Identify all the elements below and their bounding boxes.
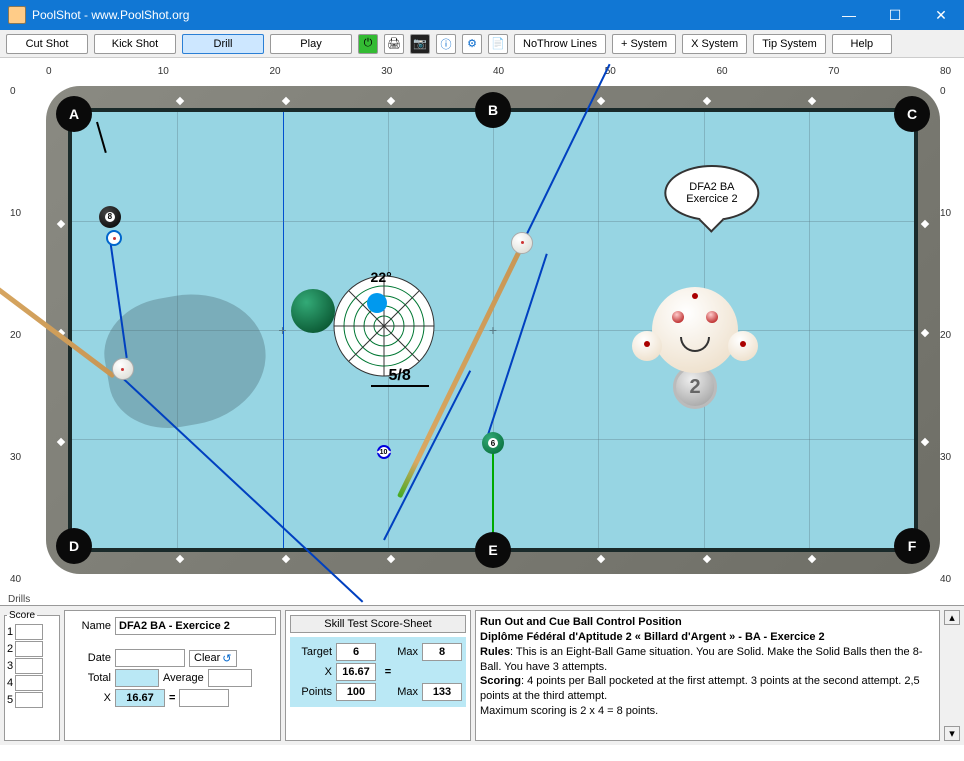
target-field[interactable] (336, 643, 376, 661)
cue-ghost (106, 230, 122, 246)
drill-button[interactable]: Drill (182, 34, 264, 54)
ruler-left: 010203040 (10, 86, 40, 574)
total-field[interactable] (115, 669, 159, 687)
cue-path-3 (383, 371, 471, 541)
ball-6[interactable] (482, 432, 504, 454)
aim-fraction: 5/8 (371, 367, 429, 387)
score-5[interactable] (15, 692, 43, 708)
pocket-f: F (894, 528, 930, 564)
power-icon[interactable]: ⏻ (358, 34, 378, 54)
camera-icon[interactable]: 📷 (410, 34, 430, 54)
skill-x-field[interactable] (336, 663, 376, 681)
pool-table-frame: + + + (46, 86, 940, 574)
ball-8[interactable] (99, 206, 121, 228)
ball-10[interactable] (377, 445, 391, 459)
average-field[interactable] (208, 669, 252, 687)
app-icon (8, 6, 26, 24)
window-title: PoolShot - www.PoolShot.org (32, 8, 826, 22)
ghost-ball (291, 289, 335, 333)
drills-label: Drills (0, 594, 964, 605)
path-to-pocket (96, 121, 107, 152)
aim-angle: 22° (371, 269, 392, 285)
score-2[interactable] (15, 641, 43, 657)
scrollbar[interactable]: ▴ ▾ (944, 610, 960, 741)
cue-ball[interactable] (511, 232, 533, 254)
score-panel: Score 1 2 3 4 5 (4, 610, 60, 741)
pocket-c: C (894, 96, 930, 132)
maximize-button[interactable]: ☐ (872, 0, 918, 30)
titlebar: PoolShot - www.PoolShot.org — ☐ ✕ (0, 0, 964, 30)
ruler-right: 010203040 (940, 86, 964, 574)
date-field[interactable] (115, 649, 185, 667)
max2-field[interactable] (422, 683, 462, 701)
result-field[interactable] (179, 689, 229, 707)
nothrow-button[interactable]: NoThrow Lines (514, 34, 606, 54)
tip-system-button[interactable]: Tip System (753, 34, 826, 54)
document-icon[interactable]: 📄 (488, 34, 508, 54)
score-1[interactable] (15, 624, 43, 640)
gear-icon[interactable]: ⚙ (462, 34, 482, 54)
pocket-a: A (56, 96, 92, 132)
x-system-button[interactable]: X System (682, 34, 747, 54)
pocket-b: B (475, 92, 511, 128)
close-button[interactable]: ✕ (918, 0, 964, 30)
name-field[interactable] (115, 617, 276, 635)
info-icon[interactable]: ⓘ (436, 34, 456, 54)
max-field[interactable] (422, 643, 462, 661)
plus-system-button[interactable]: + System (612, 34, 676, 54)
info-panel: Name DateClear↺ TotalAverage X= (64, 610, 281, 741)
bottom-panel: Score 1 2 3 4 5 Name DateClear↺ TotalAve… (0, 605, 964, 745)
kick-shot-button[interactable]: Kick Shot (94, 34, 176, 54)
x-field[interactable] (115, 689, 165, 707)
description-panel: Run Out and Cue Ball Control Position Di… (475, 610, 940, 741)
score-3[interactable] (15, 658, 43, 674)
pocket-d: D (56, 528, 92, 564)
points-field[interactable] (336, 683, 376, 701)
skill-panel: Skill Test Score-Sheet TargetMax X= Poin… (285, 610, 471, 741)
play-button[interactable]: Play (270, 34, 352, 54)
speech-bubble: DFA2 BA Exercice 2 (664, 165, 759, 221)
pocket-e: E (475, 532, 511, 568)
desc-title: Run Out and Cue Ball Control Position (480, 616, 682, 628)
cue-ball-pos1[interactable] (112, 358, 134, 380)
toolbar: Cut Shot Kick Shot Drill Play ⏻ 🖨 📷 ⓘ ⚙ … (0, 30, 964, 58)
print-icon[interactable]: 🖨 (384, 34, 404, 54)
score-4[interactable] (15, 675, 43, 691)
help-button[interactable]: Help (832, 34, 892, 54)
score-sheet-button[interactable]: Skill Test Score-Sheet (290, 615, 466, 633)
clear-button[interactable]: Clear↺ (189, 650, 237, 667)
ruler-top: 01020304050607080 (46, 66, 940, 86)
cut-shot-button[interactable]: Cut Shot (6, 34, 88, 54)
table-view[interactable]: 01020304050607080 010203040 010203040 + … (0, 58, 964, 594)
pool-table-surface[interactable]: + + + (68, 108, 918, 552)
mascot: 2 (635, 287, 755, 407)
aim-target[interactable]: 22° 5/8 (329, 271, 439, 381)
desc-subtitle: Diplôme Fédéral d'Aptitude 2 « Billard d… (480, 631, 825, 643)
minimize-button[interactable]: — (826, 0, 872, 30)
object-path (492, 444, 494, 544)
